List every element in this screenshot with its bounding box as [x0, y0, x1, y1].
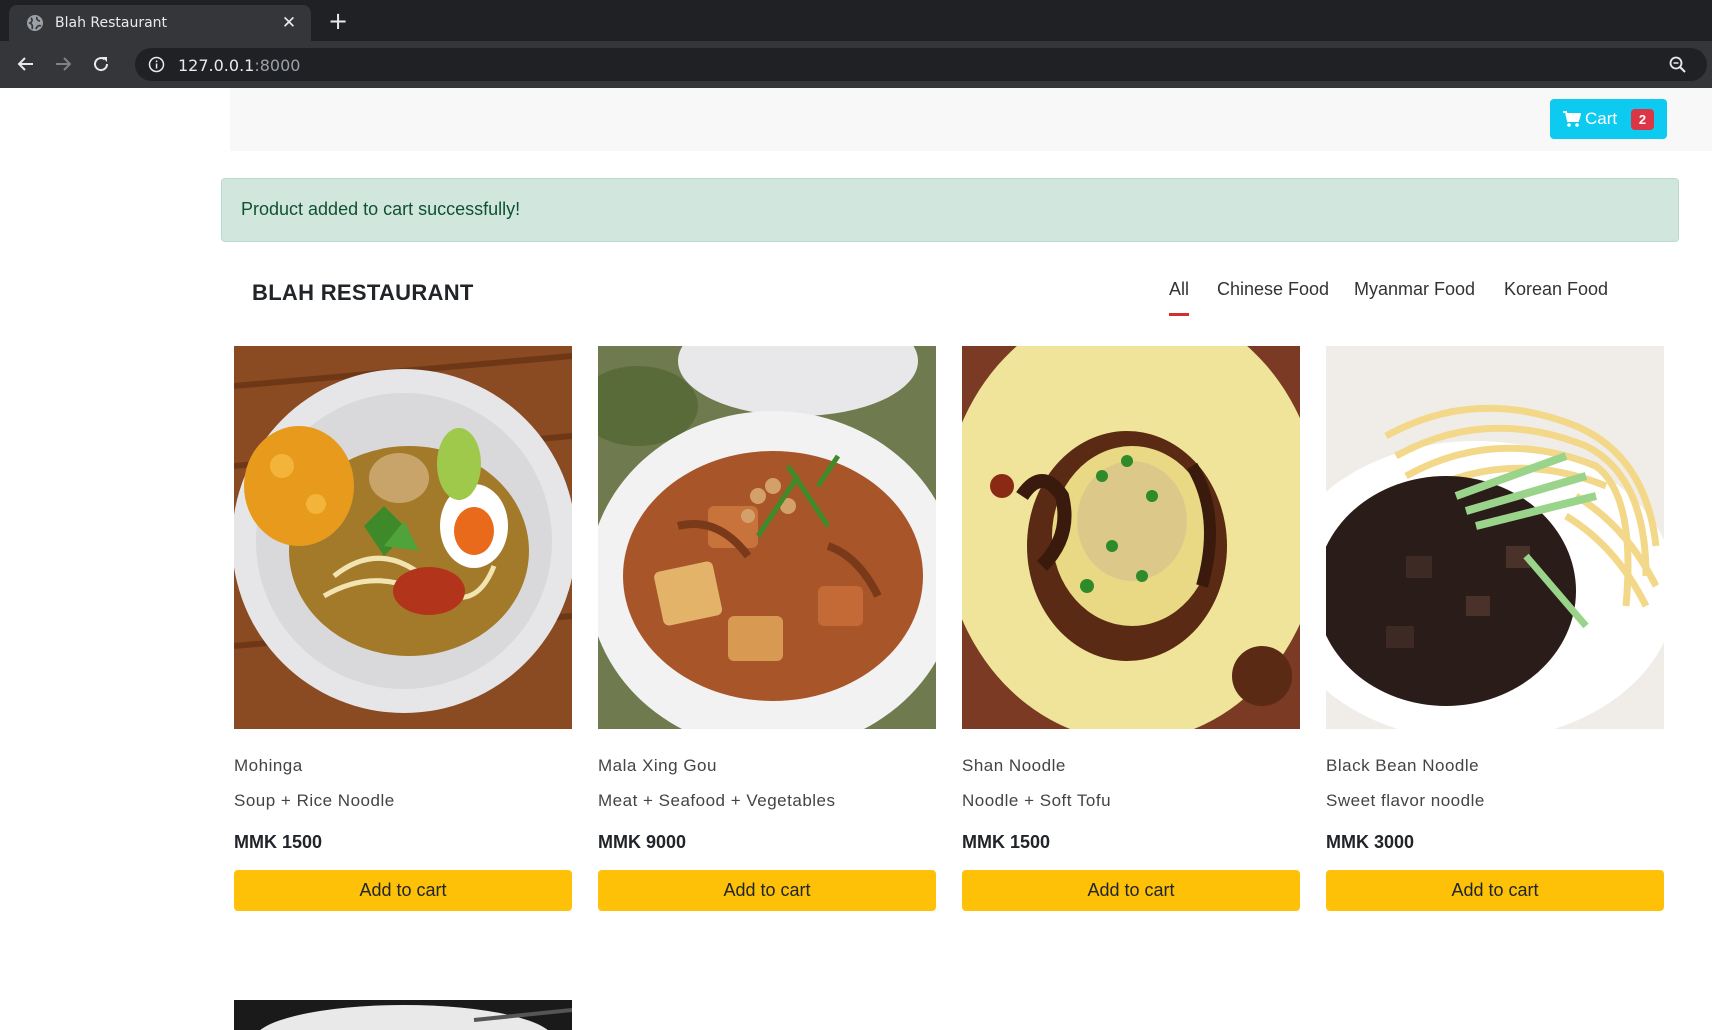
- add-to-cart-button[interactable]: Add to cart: [1326, 870, 1664, 911]
- url-host: 127.0.0.1: [178, 56, 255, 75]
- cart-button[interactable]: Cart 2: [1550, 99, 1667, 139]
- product-name: Black Bean Noodle: [1326, 756, 1480, 775]
- cart-label: Cart: [1585, 109, 1618, 128]
- product-image-black-bean-noodle: [1326, 346, 1664, 729]
- page-content: Cart 2 Product added to cart successfull…: [0, 88, 1712, 1030]
- globe-icon: [27, 15, 43, 31]
- cart-count-badge: 2: [1631, 109, 1654, 130]
- filter-chinese-food[interactable]: Chinese Food: [1217, 279, 1329, 300]
- product-image-mala-xing-gou: [598, 346, 936, 729]
- back-arrow-icon[interactable]: [13, 51, 39, 77]
- success-alert: Product added to cart successfully!: [221, 178, 1679, 242]
- add-to-cart-button[interactable]: Add to cart: [962, 870, 1300, 911]
- product-name: Shan Noodle: [962, 756, 1066, 775]
- product-image-partial: [234, 1000, 572, 1030]
- zoom-icon[interactable]: [1668, 55, 1688, 75]
- url-port: :8000: [254, 56, 301, 75]
- restaurant-title: BLAH RESTAURANT: [252, 280, 474, 305]
- url-text: 127.0.0.1:8000: [178, 56, 300, 75]
- filter-all[interactable]: All: [1169, 279, 1190, 316]
- new-tab-button[interactable]: +: [323, 7, 353, 35]
- product-name: Mala Xing Gou: [598, 756, 717, 775]
- product-description: Noodle + Soft Tofu: [962, 791, 1112, 810]
- product-name: Mohinga: [234, 756, 303, 775]
- browser-tab[interactable]: Blah Restaurant ✕: [9, 5, 311, 41]
- filter-myanmar-food[interactable]: Myanmar Food: [1354, 279, 1475, 300]
- product-price: MMK 3000: [1326, 832, 1415, 852]
- close-tab-icon[interactable]: ✕: [279, 13, 299, 33]
- product-image-shan-noodle: [962, 346, 1300, 729]
- address-bar[interactable]: 127.0.0.1:8000: [135, 48, 1707, 81]
- product-price: MMK 1500: [962, 832, 1051, 852]
- filter-korean-food[interactable]: Korean Food: [1504, 279, 1608, 300]
- product-price: MMK 1500: [234, 832, 323, 852]
- reload-icon[interactable]: [88, 51, 114, 77]
- product-description: Sweet flavor noodle: [1326, 791, 1485, 810]
- product-image-mohinga: [234, 346, 572, 729]
- top-navbar: Cart 2: [230, 88, 1712, 151]
- browser-toolbar: 127.0.0.1:8000: [0, 41, 1712, 88]
- add-to-cart-button[interactable]: Add to cart: [234, 870, 572, 911]
- product-price: MMK 9000: [598, 832, 687, 852]
- shopping-cart-icon: [1563, 111, 1581, 127]
- browser-tab-bar: Blah Restaurant ✕ +: [0, 0, 1712, 41]
- info-icon[interactable]: [148, 56, 165, 73]
- add-to-cart-button[interactable]: Add to cart: [598, 870, 936, 911]
- tab-title: Blah Restaurant: [55, 15, 168, 31]
- product-description: Soup + Rice Noodle: [234, 791, 395, 810]
- forward-arrow-icon[interactable]: [50, 51, 76, 77]
- product-description: Meat + Seafood + Vegetables: [598, 791, 836, 810]
